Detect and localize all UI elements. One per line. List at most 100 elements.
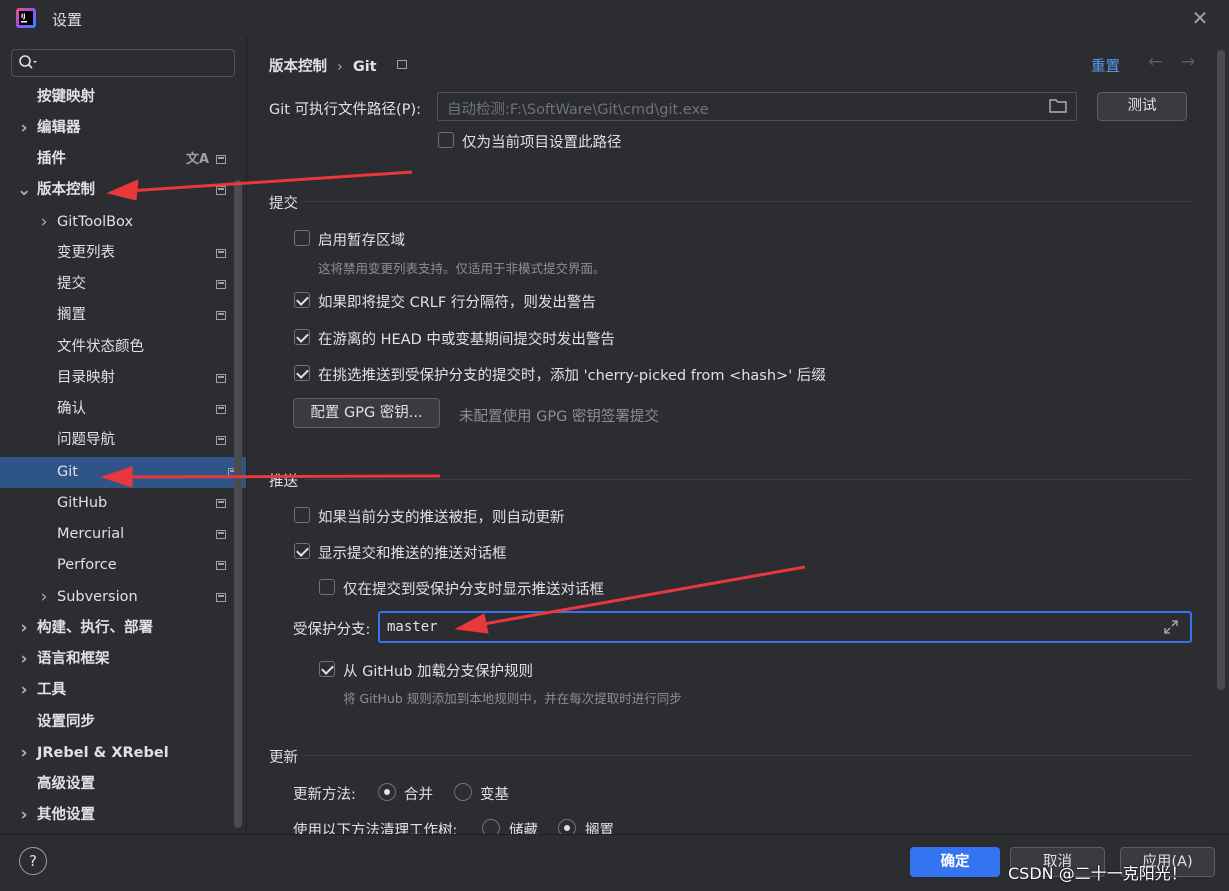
sidebar-item[interactable]: Git — [0, 457, 246, 488]
chevron-right-icon[interactable]: › — [17, 644, 31, 675]
project-scope-icon — [216, 186, 226, 195]
sidebar-item[interactable]: 提交 — [0, 269, 234, 300]
test-button[interactable]: 测试 — [1097, 92, 1187, 121]
sidebar-item-label: 设置同步 — [37, 714, 95, 730]
project-scope-icon — [216, 155, 226, 164]
title-bar — [0, 0, 1229, 36]
settings-content — [247, 36, 1229, 834]
cherry-pick-checkbox[interactable] — [294, 365, 310, 381]
breadcrumb-current: Git — [352, 59, 377, 75]
configure-gpg-button[interactable]: 配置 GPG 密钥... — [293, 398, 440, 428]
sidebar-item-label: 工具 — [37, 682, 66, 698]
folder-icon[interactable] — [1049, 98, 1067, 113]
chevron-right-icon[interactable]: › — [17, 613, 31, 644]
project-scope-icon — [216, 280, 226, 289]
detached-head-label: 在游离的 HEAD 中或变基期间提交时发出警告 — [318, 332, 615, 348]
detached-head-checkbox[interactable] — [294, 329, 310, 345]
translate-icon: 文A — [186, 152, 210, 167]
sidebar-item[interactable]: 高级设置 — [0, 769, 234, 800]
sidebar-item[interactable]: › 工具 — [0, 675, 234, 706]
sidebar-item[interactable]: › JRebel & XRebel — [0, 738, 234, 769]
project-scope-icon — [216, 311, 226, 320]
git-path-label: Git 可执行文件路径(P): — [269, 102, 422, 118]
sidebar-item-label: 其他设置 — [37, 807, 95, 823]
sidebar-item-label: Subversion — [57, 589, 138, 605]
sidebar-item-label: Perforce — [57, 557, 117, 573]
chevron-down-icon[interactable]: ⌄ — [17, 175, 31, 206]
chevron-right-icon[interactable]: › — [37, 207, 51, 238]
sidebar-item[interactable]: › GitToolBox — [0, 207, 234, 238]
project-only-label: 仅为当前项目设置此路径 — [462, 135, 622, 151]
sidebar-item[interactable]: › 其他设置 — [0, 800, 234, 831]
sidebar-item[interactable]: ⌄ 版本控制 — [0, 175, 234, 206]
protected-only-checkbox[interactable] — [319, 579, 335, 595]
rebase-radio[interactable] — [454, 783, 472, 801]
sidebar-item[interactable]: 插件 文A — [0, 144, 234, 175]
protected-branches-input[interactable] — [378, 611, 1192, 643]
sidebar-item-label: 构建、执行、部署 — [37, 620, 153, 636]
sidebar-item[interactable]: GitHub — [0, 488, 234, 519]
sidebar-item[interactable]: 问题导航 — [0, 425, 234, 456]
github-rules-checkbox[interactable] — [319, 661, 335, 677]
staging-area-hint: 这将禁用变更列表支持。仅适用于非模式提交界面。 — [318, 261, 606, 276]
project-scope-icon — [216, 436, 226, 445]
sidebar-scrollbar[interactable] — [234, 180, 242, 828]
merge-label: 合并 — [404, 787, 433, 803]
merge-radio[interactable] — [378, 783, 396, 801]
chevron-right-icon[interactable]: › — [37, 582, 51, 613]
breadcrumb-parent[interactable]: 版本控制 — [269, 59, 327, 75]
sidebar-item-label: 版本控制 — [37, 182, 95, 198]
sidebar-item-label: 语言和框架 — [37, 651, 110, 667]
ok-button[interactable]: 确定 — [910, 847, 1000, 877]
sidebar-item-label: 目录映射 — [57, 370, 115, 386]
sidebar-item-label: 提交 — [57, 276, 86, 292]
auto-update-label: 如果当前分支的推送被拒，则自动更新 — [318, 510, 565, 526]
project-scope-icon — [216, 249, 226, 258]
crlf-warn-label: 如果即将提交 CRLF 行分隔符，则发出警告 — [318, 295, 596, 311]
sidebar-item[interactable]: › 构建、执行、部署 — [0, 613, 234, 644]
sidebar-item[interactable]: 设置同步 — [0, 707, 234, 738]
sidebar-item[interactable]: › 编辑器 — [0, 113, 234, 144]
protected-branches-value: master — [387, 619, 438, 635]
sidebar-item[interactable]: 变更列表 — [0, 238, 234, 269]
sidebar-item-label: 插件 — [37, 151, 66, 167]
sidebar-item[interactable]: Perforce — [0, 550, 234, 581]
project-scope-icon — [216, 593, 226, 602]
auto-update-checkbox[interactable] — [294, 507, 310, 523]
settings-search-input[interactable] — [11, 49, 235, 77]
forward-arrow-icon[interactable]: → — [1181, 52, 1195, 72]
help-icon[interactable]: ? — [19, 847, 47, 875]
reset-link[interactable]: 重置 — [1091, 55, 1120, 76]
sidebar-item[interactable]: › 语言和框架 — [0, 644, 234, 675]
sidebar-item-label: 确认 — [57, 401, 86, 417]
sidebar-item[interactable]: 按键映射 — [0, 82, 234, 113]
project-only-checkbox[interactable] — [438, 132, 454, 148]
sidebar-item-label: 按键映射 — [37, 89, 95, 105]
chevron-right-icon[interactable]: › — [17, 800, 31, 831]
sidebar-item[interactable]: 文件状态颜色 — [0, 332, 234, 363]
sidebar-item[interactable]: 搁置 — [0, 300, 234, 331]
back-arrow-icon[interactable]: ← — [1148, 52, 1162, 72]
chevron-right-icon[interactable]: › — [17, 113, 31, 144]
show-push-dialog-label: 显示提交和推送的推送对话框 — [318, 546, 507, 562]
protected-branches-label: 受保护分支: — [293, 622, 371, 638]
sidebar-item-label: Mercurial — [57, 526, 125, 542]
sidebar-item-label: Git — [57, 464, 78, 480]
content-scrollbar[interactable] — [1217, 50, 1225, 690]
chevron-right-icon[interactable]: › — [17, 675, 31, 706]
chevron-right-icon[interactable]: › — [17, 738, 31, 769]
crlf-warn-checkbox[interactable] — [294, 292, 310, 308]
svg-text:IJ: IJ — [21, 13, 25, 20]
staging-area-checkbox[interactable] — [294, 230, 310, 246]
sidebar-item[interactable]: 确认 — [0, 394, 234, 425]
sidebar-item[interactable]: › Subversion — [0, 582, 234, 613]
project-scope-icon — [216, 405, 226, 414]
sidebar-item[interactable]: 目录映射 — [0, 363, 234, 394]
close-icon[interactable]: ✕ — [1188, 6, 1212, 30]
sidebar-item-label: 搁置 — [57, 307, 86, 323]
sidebar-item[interactable]: Mercurial — [0, 519, 234, 550]
show-push-dialog-checkbox[interactable] — [294, 543, 310, 559]
sidebar-item-label: 问题导航 — [57, 432, 115, 448]
expand-icon[interactable] — [1163, 619, 1179, 635]
sidebar-item-label: 文件状态颜色 — [57, 339, 144, 355]
